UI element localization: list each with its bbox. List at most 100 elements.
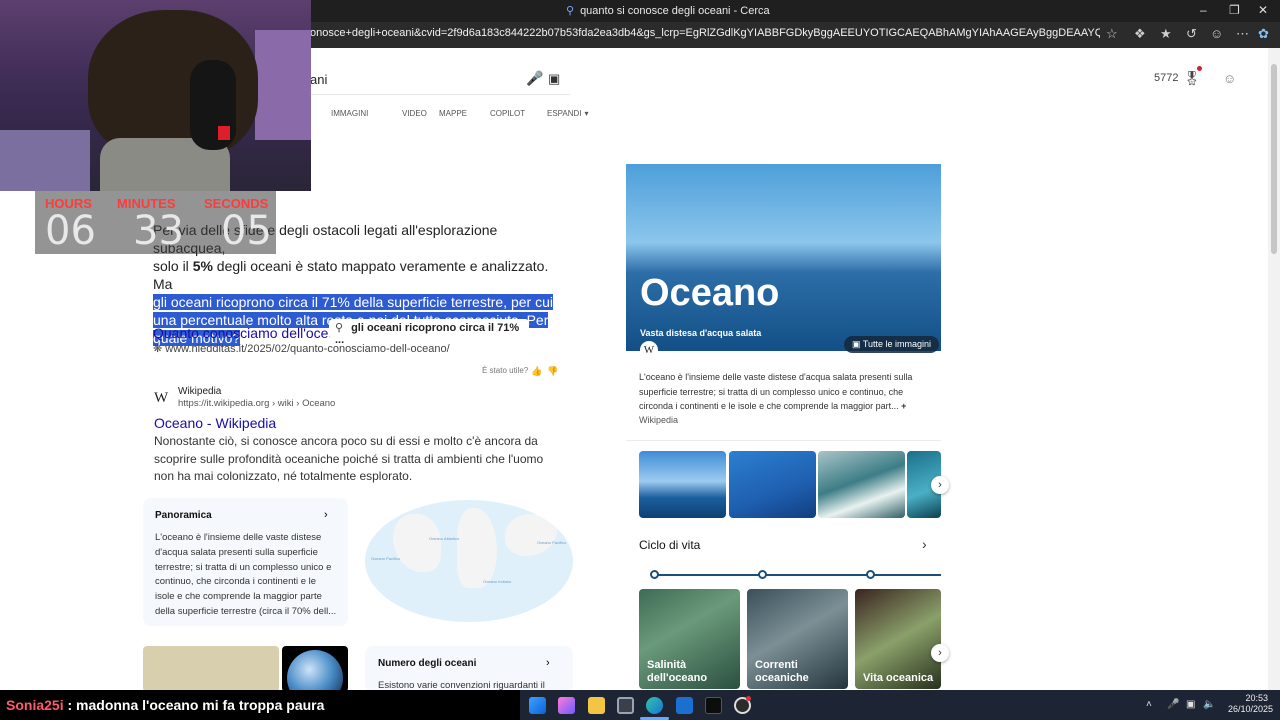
vertical-scrollbar[interactable] [1268, 48, 1280, 690]
search-icon: ⚲ [335, 322, 344, 334]
panel-subtitle: Vasta distesa d'acqua salata [640, 328, 762, 338]
maximize-button[interactable]: ❐ [1229, 3, 1240, 17]
chat-username: Sonia25i [6, 697, 64, 713]
taskbar: Sonia25i : madonna l'oceano mi fa troppa… [0, 690, 1280, 720]
continent-shape [505, 514, 557, 556]
gallery-image-2[interactable] [729, 451, 816, 518]
tab-immagini[interactable]: IMMAGINI [331, 109, 402, 118]
old-map-image[interactable] [143, 646, 279, 692]
wikipedia-logo-icon: W [154, 390, 169, 406]
result-title-link[interactable]: Oceano - Wikipedia [154, 415, 276, 431]
source-link[interactable]: Quanto conosciamo dell'ocea [153, 325, 336, 341]
images-icon: ▣ [852, 339, 861, 349]
map-label: Oceano Pacifico [371, 556, 401, 561]
bed-shape [0, 130, 90, 191]
chevron-right-icon[interactable]: › [922, 536, 927, 552]
card-label: Correnti oceaniche [755, 659, 809, 684]
system-clock[interactable]: 20:53 26/10/2025 [1228, 693, 1274, 715]
store-icon[interactable] [617, 697, 634, 714]
thumbs-up-icon[interactable]: 👍 [531, 366, 542, 377]
microphone-tray-icon[interactable]: 🎤 [1167, 699, 1179, 710]
feedback-label: È stato utile? [482, 366, 529, 375]
terminal-icon[interactable] [705, 697, 722, 714]
card-salinita[interactable]: Salinità dell'oceano [639, 589, 740, 689]
wikipedia-logo-icon: W [640, 341, 658, 359]
timeline-dot [758, 570, 767, 579]
file-explorer-icon[interactable] [588, 697, 605, 714]
chevron-right-icon: › [324, 509, 328, 521]
chevron-down-icon: ▾ [584, 109, 589, 118]
panel-title: Oceano [640, 272, 780, 314]
gallery-next-icon[interactable]: › [931, 476, 949, 494]
notification-dot [746, 696, 751, 701]
rewards-icon[interactable]: 🎖 [1183, 70, 1201, 87]
numero-card[interactable]: Numero degli oceani › Esistono varie con… [365, 646, 573, 692]
card-label: Salinità dell'oceano [647, 659, 708, 684]
card-title: Panoramica [155, 510, 212, 521]
tab-espandi[interactable]: ESPANDI [547, 109, 582, 118]
ocean-hero-image[interactable]: Oceano Vasta distesa d'acqua salata W ▣ … [626, 164, 941, 359]
screen: ⚲ quanto si conosce degli oceani - Cerca… [0, 0, 1280, 720]
all-images-button[interactable]: ▣ Tutte le immagini [844, 336, 940, 353]
webcam-overlay [0, 0, 311, 191]
continent-shape [457, 508, 497, 588]
microphone-icon[interactable]: 🎤 [526, 70, 543, 87]
minimize-button[interactable]: – [1200, 3, 1207, 17]
continent-shape [393, 514, 441, 572]
map-label: Oceano Atlantico [429, 536, 460, 541]
chevron-right-icon: › [546, 657, 550, 669]
window-title: ⚲ quanto si conosce degli oceani - Cerca [566, 4, 770, 18]
earth-image[interactable] [282, 646, 348, 692]
tab-mappe[interactable]: MAPPE [439, 109, 490, 118]
more-menu-icon[interactable]: ⋯ [1236, 26, 1249, 42]
start-icon[interactable] [529, 697, 546, 714]
extensions-icon[interactable]: ❖ [1134, 26, 1146, 42]
copilot-app-icon[interactable] [558, 697, 575, 714]
edge-icon[interactable] [646, 697, 663, 714]
thumbs-down-icon[interactable]: 👎 [547, 366, 558, 377]
chat-message: Sonia25i : madonna l'oceano mi fa troppa… [0, 690, 520, 720]
volume-icon[interactable]: 🔈 [1203, 699, 1215, 710]
cards-next-icon[interactable]: › [931, 644, 949, 662]
history-icon[interactable]: ↺ [1186, 26, 1197, 42]
outlook-icon[interactable] [676, 697, 693, 714]
copilot-icon[interactable]: ✿ [1258, 26, 1269, 42]
network-icon[interactable]: ▣ [1186, 699, 1195, 710]
divider [626, 440, 941, 441]
card-vita[interactable]: Vita oceanica [855, 589, 941, 689]
divider [310, 94, 570, 95]
headset-logo [218, 126, 230, 140]
tab-copilot[interactable]: COPILOT [490, 109, 547, 118]
gallery-image-1[interactable] [639, 451, 726, 518]
tray-chevron-up-icon[interactable]: ˄ [1146, 699, 1152, 710]
card-title: Numero degli oceani [378, 658, 477, 669]
minutes-value: 33 [133, 208, 184, 254]
account-icon[interactable]: ☺ [1223, 71, 1236, 86]
search-icon: ⚲ [566, 5, 575, 17]
panoramica-card[interactable]: Panoramica › L'oceano è l'insieme delle … [143, 498, 348, 626]
expand-icon[interactable]: + [901, 401, 906, 411]
notification-dot [1197, 66, 1202, 71]
map-label: Oceano Pacifico [537, 540, 567, 545]
favorites-icon[interactable]: ★ [1160, 26, 1172, 42]
tab-video[interactable]: VIDEO [402, 109, 439, 118]
gallery-image-3[interactable] [818, 451, 905, 518]
url-text[interactable]: onosce+degli+oceani&cvid=2f9d6a183c84422… [310, 27, 1100, 39]
result-site-name: Wikipedia [178, 386, 222, 397]
search-selection-popup[interactable]: ⚲ gli oceani ricoprono circa il 71% ... [329, 319, 529, 346]
card-correnti[interactable]: Correnti oceaniche [747, 589, 848, 689]
profile-avatar[interactable]: ☺ [1210, 26, 1223, 41]
chat-text: : madonna l'oceano mi fa troppa paura [63, 697, 325, 713]
world-map-image[interactable]: Oceano Atlantico Oceano Pacifico Oceano … [365, 500, 573, 622]
timeline-dot [650, 570, 659, 579]
visual-search-icon[interactable]: ▣ [548, 71, 560, 87]
scrollbar-thumb[interactable] [1271, 64, 1277, 254]
cycle-title: Ciclo di vita [639, 538, 701, 552]
card-text: L'oceano è l'insieme delle vaste distese… [155, 532, 337, 617]
clock-date: 26/10/2025 [1228, 704, 1274, 714]
rewards-points[interactable]: 5772 [1154, 72, 1178, 84]
search-query[interactable]: ani [310, 72, 327, 87]
close-button[interactable]: ✕ [1258, 3, 1268, 17]
favorite-star-icon[interactable]: ☆ [1106, 26, 1118, 42]
panel-source[interactable]: Wikipedia [639, 415, 678, 425]
